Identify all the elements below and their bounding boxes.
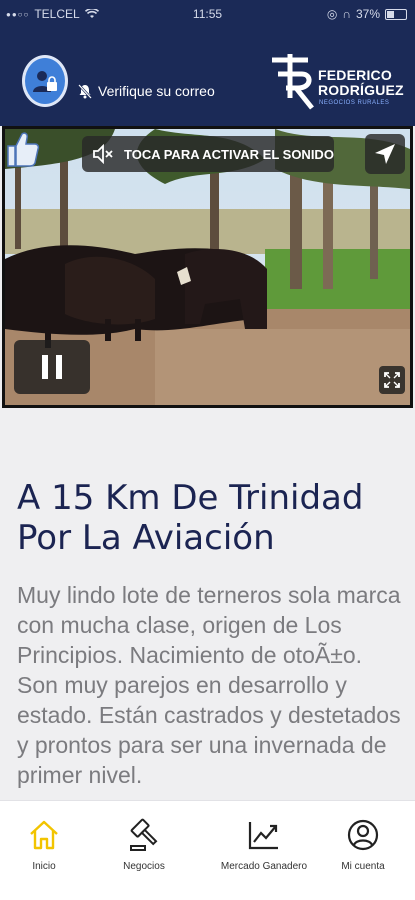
send-icon xyxy=(375,144,395,164)
activate-sound-button[interactable]: TOCA PARA ACTIVAR EL SONIDO xyxy=(82,136,334,172)
video-player[interactable]: TOCA PARA ACTIVAR EL SONIDO xyxy=(2,126,413,408)
fullscreen-button[interactable] xyxy=(379,366,405,394)
fullscreen-icon xyxy=(384,372,400,388)
bell-off-icon xyxy=(78,83,92,99)
gavel-icon xyxy=(130,818,158,851)
brand-logo[interactable]: FEDERICO RODRÍGUEZ NEGOCIOS RURALES xyxy=(268,52,408,110)
bottom-tab-bar: Inicio Negocios Mercado Ganadero Mi cuen… xyxy=(0,800,415,900)
user-lock-icon xyxy=(33,71,57,92)
pause-button[interactable] xyxy=(14,340,90,394)
home-icon xyxy=(30,820,58,850)
status-bar: ●●○○ TELCEL 11:55 ◎ ∩ 37% xyxy=(0,0,415,30)
tab-mercado-ganadero[interactable]: Mercado Ganadero xyxy=(212,801,316,900)
chart-icon xyxy=(248,822,278,850)
battery-percent: 37% xyxy=(355,7,380,21)
mute-icon xyxy=(93,144,113,164)
listing-description: Muy lindo lote de terneros sola marca co… xyxy=(17,582,401,788)
like-thumb-icon[interactable] xyxy=(4,128,40,168)
headphones-icon: ∩ xyxy=(342,7,351,21)
verify-email-text: Verifique su correo xyxy=(98,83,215,99)
tab-negocios[interactable]: Negocios xyxy=(112,801,176,900)
tab-negocios-label: Negocios xyxy=(123,861,165,872)
listing-content[interactable]: A 15 Km De Trinidad Por La Aviación Muy … xyxy=(0,408,415,800)
tab-mi-cuenta[interactable]: Mi cuenta xyxy=(332,801,394,900)
battery-icon xyxy=(385,8,407,20)
tab-inicio-label: Inicio xyxy=(32,861,56,872)
verify-email-notice[interactable]: Verifique su correo xyxy=(78,83,215,99)
listing-title: A 15 Km De Trinidad Por La Aviación xyxy=(17,478,364,558)
tab-inicio[interactable]: Inicio xyxy=(14,801,74,900)
rotation-lock-icon: ◎ xyxy=(326,7,338,21)
share-button[interactable] xyxy=(365,134,405,174)
app-header: ●●○○ TELCEL 11:55 ◎ ∩ 37% Verifique su c… xyxy=(0,0,415,126)
account-icon xyxy=(347,819,379,851)
pause-icon-bar-left xyxy=(42,355,48,379)
logo-line-2: RODRÍGUEZ xyxy=(318,82,404,98)
brand-monogram-icon xyxy=(272,54,314,110)
logo-subtitle: NEGOCIOS RURALES xyxy=(319,100,390,106)
tab-mi-cuenta-label: Mi cuenta xyxy=(341,861,385,872)
activate-sound-label: TOCA PARA ACTIVAR EL SONIDO xyxy=(124,146,334,162)
pause-icon-bar-right xyxy=(56,355,62,379)
tab-mercado-label: Mercado Ganadero xyxy=(220,861,308,872)
avatar[interactable] xyxy=(22,55,68,107)
logo-line-1: FEDERICO xyxy=(318,67,392,83)
